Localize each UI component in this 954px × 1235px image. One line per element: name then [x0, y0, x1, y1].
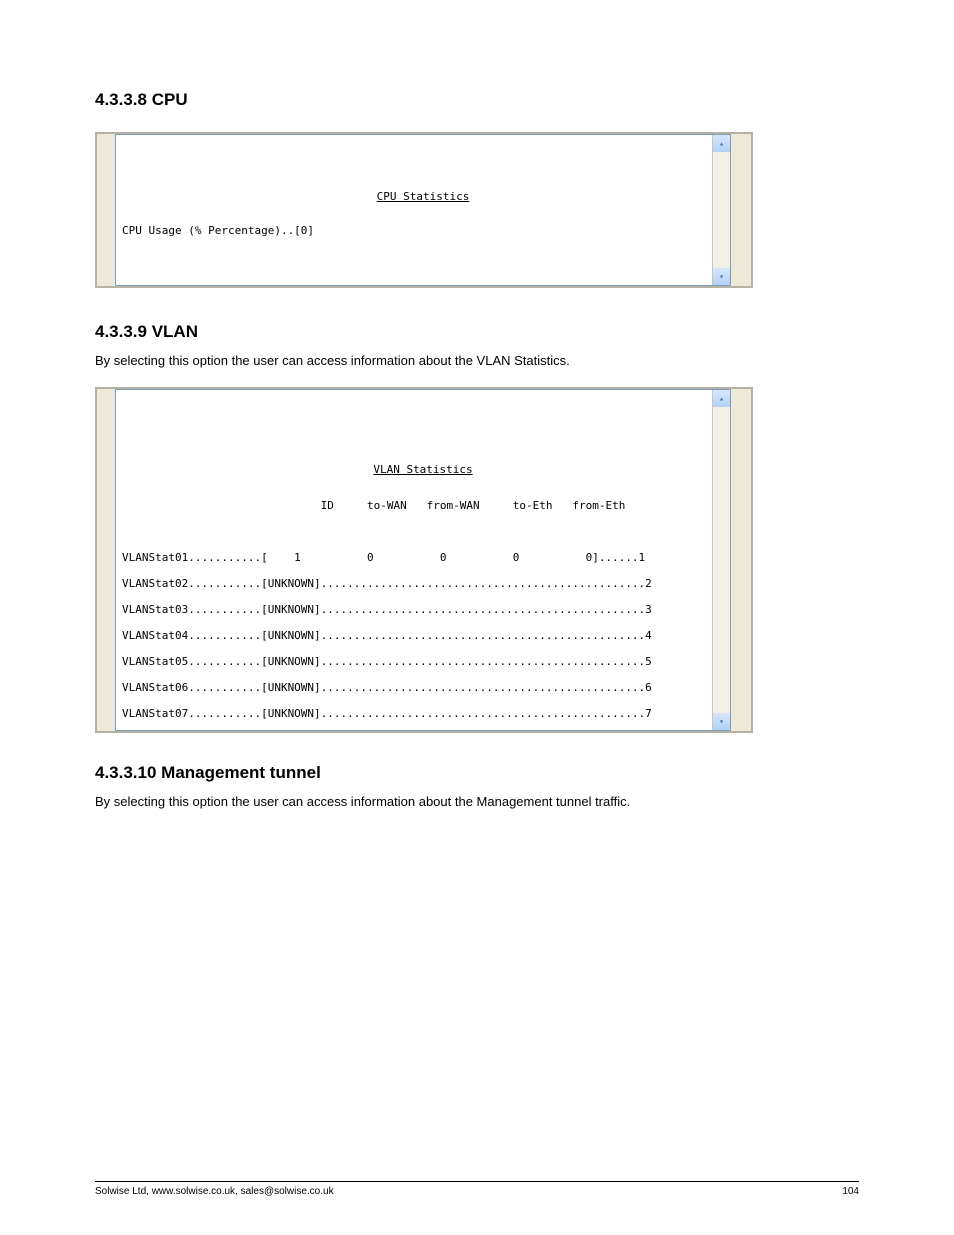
vlan-row[interactable]: VLANStat05...........[UNKNOWN]..........…: [122, 655, 724, 668]
page-footer: Solwise Ltd, www.solwise.co.uk, sales@so…: [95, 1181, 859, 1197]
vlan-terminal: VLAN Statistics ID to-WAN from-WAN to-Et…: [115, 389, 731, 731]
cpu-usage-line: CPU Usage (% Percentage)..[0]: [122, 224, 724, 237]
mgmt-paragraph: By selecting this option the user can ac…: [95, 793, 859, 812]
vlan-terminal-frame: VLAN Statistics ID to-WAN from-WAN to-Et…: [95, 387, 753, 733]
vlan-row[interactable]: VLANStat01...........[ 1 0 0 0 0]......1: [122, 551, 724, 564]
scroll-track[interactable]: [713, 152, 730, 268]
scroll-up-icon[interactable]: ▴: [713, 390, 730, 407]
vlan-row[interactable]: VLANStat02...........[UNKNOWN]..........…: [122, 577, 724, 590]
blank-line: [122, 525, 724, 538]
scrollbar[interactable]: ▴ ▾: [712, 135, 730, 285]
footer-left: Solwise Ltd, www.solwise.co.uk, sales@so…: [95, 1186, 334, 1197]
vlan-terminal-title: VLAN Statistics: [122, 433, 724, 486]
scroll-track[interactable]: [713, 407, 730, 713]
heading-cpu: 4.3.3.8 CPU: [95, 90, 859, 110]
vlan-col-header: ID to-WAN from-WAN to-Eth from-Eth: [122, 499, 724, 512]
vlan-paragraph: By selecting this option the user can ac…: [95, 352, 859, 371]
cpu-terminal-frame: CPU Statistics CPU Usage (% Percentage).…: [95, 132, 753, 288]
cpu-terminal: CPU Statistics CPU Usage (% Percentage).…: [115, 134, 731, 286]
blank-line: [122, 250, 724, 263]
vlan-row[interactable]: VLANStat07...........[UNKNOWN]..........…: [122, 707, 724, 720]
heading-vlan: 4.3.3.9 VLAN: [95, 322, 859, 342]
vlan-row[interactable]: VLANStat06...........[UNKNOWN]..........…: [122, 681, 724, 694]
page: 4.3.3.8 CPU CPU Statistics CPU Usage (% …: [0, 0, 954, 1235]
scroll-down-icon[interactable]: ▾: [713, 713, 730, 730]
vlan-row[interactable]: VLANStat03...........[UNKNOWN]..........…: [122, 603, 724, 616]
scrollbar[interactable]: ▴ ▾: [712, 390, 730, 730]
cpu-terminal-title: CPU Statistics: [122, 178, 724, 211]
heading-mgmt-tunnel: 4.3.3.10 Management tunnel: [95, 763, 859, 783]
blank-line: [122, 276, 724, 286]
scroll-down-icon[interactable]: ▾: [713, 268, 730, 285]
scroll-up-icon[interactable]: ▴: [713, 135, 730, 152]
footer-page-number: 104: [842, 1186, 859, 1197]
vlan-row[interactable]: VLANStat04...........[UNKNOWN]..........…: [122, 629, 724, 642]
